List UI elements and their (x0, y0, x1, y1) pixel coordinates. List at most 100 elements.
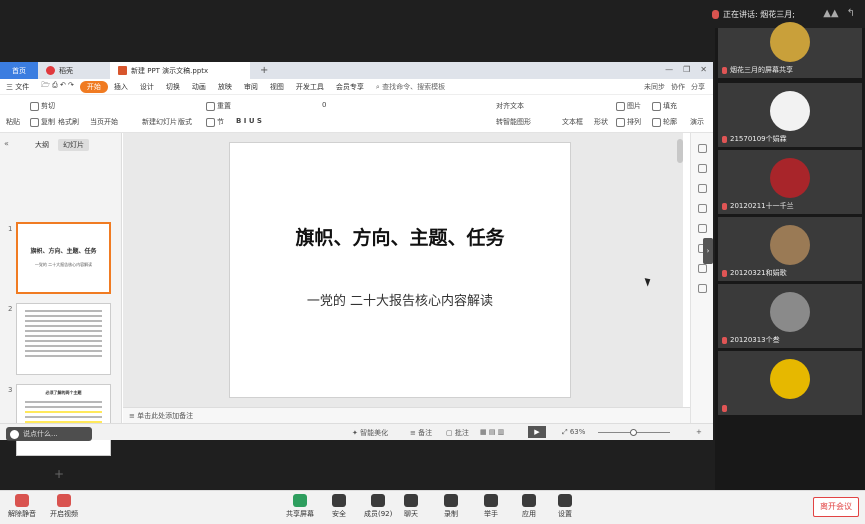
settings-button[interactable]: 设置 (558, 494, 572, 519)
font-size-select[interactable]: 0 (322, 101, 326, 109)
menu-developer[interactable]: 开发工具 (290, 82, 330, 92)
collapse-panel-icon[interactable]: « (4, 139, 9, 148)
current-slide[interactable]: 旗帜、方向、主题、任务 一党的 二十大报告核心内容解读 (229, 142, 571, 398)
participant-name: 20120313个叁 (722, 335, 780, 345)
participant-tile[interactable] (718, 351, 862, 415)
quick-access-icons[interactable]: 🗁 ⎙ ↶ ↷ (35, 81, 80, 92)
fill-button[interactable]: 填充 (652, 101, 677, 111)
menu-design[interactable]: 设计 (134, 82, 160, 92)
participant-tile[interactable]: 21570109个娟霖 (718, 83, 862, 147)
apps-button[interactable]: 应用 (522, 494, 536, 519)
emoji-icon[interactable] (10, 429, 19, 439)
tool-icon-7[interactable] (697, 264, 707, 273)
panel-expand-handle[interactable]: › (703, 238, 713, 264)
participant-tile[interactable]: 烟花三月的屏幕共享 (718, 22, 862, 78)
view-mode-icons[interactable]: ▦ ▤ ▥ (480, 428, 504, 436)
restore-icon[interactable]: ❐ (683, 65, 690, 74)
collab-button[interactable]: 协作 (671, 82, 685, 92)
menu-file[interactable]: 三 文件 (0, 82, 35, 92)
security-button[interactable]: 安全 (332, 494, 346, 519)
tab-outline[interactable]: 大纲 (30, 139, 54, 151)
comments-toggle[interactable]: ▢ 批注 (446, 428, 469, 438)
chat-button[interactable]: 聊天 (404, 494, 418, 519)
tab-document[interactable]: 新建 PPT 演示文稿.pptx (110, 62, 250, 79)
new-tab-button[interactable]: + (252, 62, 268, 79)
slide-thumbnail-1[interactable]: 旗帜、方向、主题、任务 一党的 二十大报告核心内容解读 (16, 222, 111, 294)
tab-home[interactable]: 首页 (0, 62, 38, 79)
smartart-button[interactable]: 转智能图形 (496, 117, 531, 127)
close-icon[interactable]: ✕ (700, 65, 707, 74)
smart-beautify-button[interactable]: ✦ 智能美化 (352, 428, 388, 438)
play-slideshow-button[interactable]: ▶ (528, 426, 546, 438)
back-icon[interactable]: ↰ (847, 8, 855, 19)
share-screen-button[interactable]: 共享屏幕 (286, 494, 314, 519)
unmute-button[interactable]: 解除静音 (8, 494, 36, 519)
format-icons[interactable]: B I U S (236, 117, 262, 125)
tab-docer[interactable]: 稻壳 (38, 62, 106, 79)
tool-icon-1[interactable] (697, 144, 707, 153)
participant-tile[interactable]: 20120211十一千兰 (718, 150, 862, 214)
zoom-slider-knob[interactable] (630, 429, 637, 436)
participant-tile[interactable]: 20120321和娟歌 (718, 217, 862, 281)
add-slide-button[interactable]: + (54, 467, 64, 481)
notes-toggle-label: 备注 (418, 429, 433, 437)
layout-button[interactable]: 版式 (178, 117, 192, 127)
chat-popup[interactable]: 说点什么... (6, 427, 92, 441)
reset-button[interactable]: 重置 (206, 101, 231, 111)
start-video-button[interactable]: 开启视频 (50, 494, 78, 519)
tool-icon-4[interactable] (697, 204, 707, 213)
tool-icon-2[interactable] (697, 164, 707, 173)
align-text-button[interactable]: 对齐文本 (496, 101, 524, 111)
tool-icon-3[interactable] (697, 184, 707, 193)
menu-view[interactable]: 视图 (264, 82, 290, 92)
menu-insert[interactable]: 插入 (108, 82, 134, 92)
window-controls: — ❐ ✕ (665, 65, 707, 74)
present-button[interactable]: 演示 (690, 117, 704, 127)
slide-thumbnail-2[interactable] (16, 303, 111, 375)
outline-button[interactable]: 轮廓 (652, 117, 677, 127)
menu-home[interactable]: 开始 (79, 80, 108, 93)
menu-slideshow[interactable]: 放映 (212, 82, 238, 92)
record-button[interactable]: 录制 (444, 494, 458, 519)
picture-button[interactable]: 图片 (616, 101, 641, 111)
minimize-icon[interactable]: — (665, 65, 673, 74)
slide-thumbnail-3[interactable]: 必须了解的两个主题 (16, 384, 111, 456)
vertical-scrollbar[interactable] (677, 139, 683, 163)
menu-animation[interactable]: 动画 (186, 82, 212, 92)
new-slide-button[interactable]: 新建幻灯片 (142, 117, 177, 127)
leave-meeting-button[interactable]: 离开会议 (813, 497, 859, 517)
tab-slides[interactable]: 幻灯片 (58, 139, 89, 151)
menu-transition[interactable]: 切换 (160, 82, 186, 92)
chat-placeholder: 说点什么... (23, 430, 58, 438)
share-button[interactable]: 分享 (691, 82, 705, 92)
zoom-value[interactable]: ⤢ 63% (562, 428, 585, 437)
from-current-button[interactable]: 当页开始 (90, 117, 118, 127)
arrange-button[interactable]: 排列 (616, 117, 641, 127)
members-button[interactable]: 成员(92) (364, 494, 392, 519)
copy-button[interactable]: 复制 (30, 117, 55, 127)
participant-tile[interactable]: 20120313个叁 (718, 284, 862, 348)
tool-icon-5[interactable] (697, 224, 707, 233)
format-painter-button[interactable]: 格式刷 (58, 117, 79, 127)
section-button[interactable]: 节 (206, 117, 224, 127)
menu-member[interactable]: 会员专享 (330, 82, 370, 92)
menu-review[interactable]: 审阅 (238, 82, 264, 92)
raise-hand-button[interactable]: 举手 (484, 494, 498, 519)
notes-area[interactable]: ≡ 单击此处添加备注 (123, 407, 690, 423)
paste-button[interactable]: 粘贴 (6, 117, 20, 127)
avatar (770, 359, 810, 399)
shape-button[interactable]: 形状 (594, 117, 608, 127)
comments-toggle-label: 批注 (454, 429, 469, 437)
unmute-label: 解除静音 (8, 510, 36, 518)
sync-status[interactable]: 未同步 (644, 82, 665, 92)
mic-muted-icon (722, 269, 727, 277)
tool-icon-8[interactable] (697, 284, 707, 293)
command-search[interactable]: ⌕ 查找命令、搜索模板 (370, 82, 451, 92)
zoom-in-icon[interactable]: + (696, 428, 702, 436)
text-box-button[interactable]: 文本框 (562, 117, 583, 127)
slide-title[interactable]: 旗帜、方向、主题、任务 (230, 223, 570, 250)
cut-button[interactable]: 剪切 (30, 101, 55, 111)
slide-subtitle[interactable]: 一党的 二十大报告核心内容解读 (230, 290, 570, 309)
copy-icon (30, 117, 39, 127)
notes-toggle[interactable]: ≡ 备注 (410, 428, 432, 438)
